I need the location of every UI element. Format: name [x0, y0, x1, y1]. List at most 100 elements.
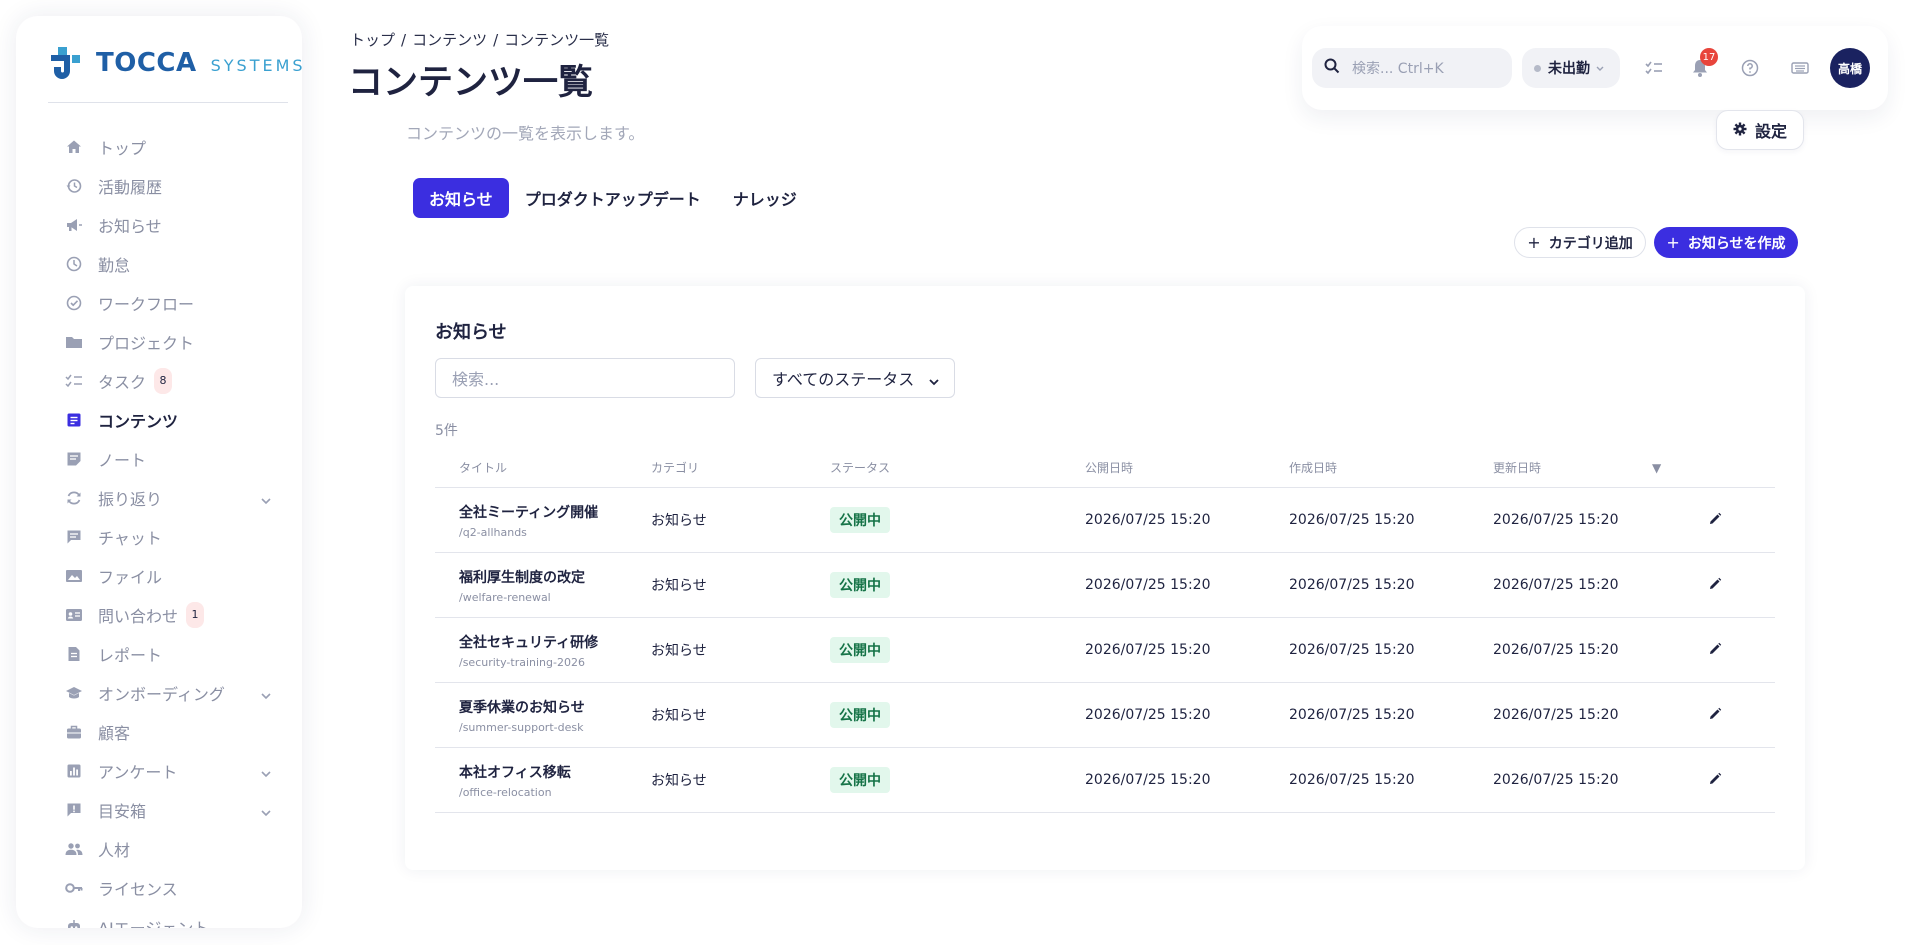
- row-created-at: 2026/07/25 15:20: [1289, 642, 1415, 658]
- table-header: タイトル カテゴリ ステータス 公開日時 作成日時 更新日時 ▼: [435, 448, 1775, 488]
- column-header: カテゴリ: [651, 461, 700, 475]
- row-title[interactable]: 全社ミーティング開催: [459, 502, 598, 522]
- sidebar-item-label: タスク: [98, 372, 147, 392]
- help-icon[interactable]: [1738, 56, 1762, 80]
- edit-button[interactable]: [1703, 638, 1727, 662]
- attendance-status-label: 未出勤: [1548, 61, 1590, 77]
- row-slug: /security-training-2026: [459, 655, 585, 669]
- sidebar-item-label: 振り返り: [98, 489, 163, 509]
- sidebar-item-16[interactable]: アンケート: [16, 751, 302, 790]
- edit-button[interactable]: [1703, 703, 1727, 727]
- sidebar-item-1[interactable]: 活動履歴: [16, 166, 302, 205]
- tab-0[interactable]: お知らせ: [413, 178, 509, 218]
- status-badge: 公開中: [830, 637, 890, 663]
- chevron-down-icon[interactable]: [260, 490, 272, 509]
- edit-button[interactable]: [1703, 508, 1727, 532]
- sort-toggle[interactable]: ▼: [1652, 461, 1661, 475]
- sidebar-item-label: 活動履歴: [98, 177, 163, 197]
- breadcrumb-item-top[interactable]: トップ: [350, 31, 395, 49]
- sidebar-item-15[interactable]: 顧客: [16, 712, 302, 751]
- sidebar-item-6[interactable]: タスク 8: [16, 361, 302, 400]
- attendance-status-dropdown[interactable]: 未出勤: [1522, 48, 1620, 88]
- sidebar-item-badge: 8: [154, 367, 173, 394]
- keyboard-icon[interactable]: [1788, 56, 1812, 80]
- sidebar-item-14[interactable]: オンボーディング: [16, 673, 302, 712]
- sidebar-item-4[interactable]: ワークフロー: [16, 283, 302, 322]
- document-icon: [64, 410, 84, 430]
- sidebar-item-label: 勤怠: [98, 255, 131, 275]
- avatar[interactable]: 高橋: [1830, 48, 1870, 88]
- title-cell: 全社セキュリティ研修 /security-training-2026: [459, 632, 598, 669]
- checklist-icon: [64, 371, 84, 391]
- sidebar-item-9[interactable]: 振り返り: [16, 478, 302, 517]
- row-title[interactable]: 全社セキュリティ研修: [459, 632, 598, 652]
- breadcrumb-item-current: コンテンツ一覧: [504, 31, 610, 49]
- breadcrumb-item-contents[interactable]: コンテンツ: [412, 31, 487, 49]
- check-circle-icon: [64, 293, 84, 313]
- search-icon: [1324, 58, 1340, 78]
- task-list-icon[interactable]: [1642, 56, 1666, 80]
- tab-1[interactable]: プロダクトアップデート: [509, 178, 717, 218]
- status-filter-select[interactable]: すべてのステータス: [755, 358, 955, 398]
- settings-button[interactable]: 設定: [1716, 110, 1804, 150]
- sidebar-item-11[interactable]: ファイル: [16, 556, 302, 595]
- sidebar-item-0[interactable]: トップ: [16, 127, 302, 166]
- note-icon: [64, 449, 84, 469]
- people-icon: [64, 839, 84, 859]
- row-slug: /welfare-renewal: [459, 590, 551, 604]
- chevron-down-icon[interactable]: [260, 763, 272, 782]
- sidebar-item-5[interactable]: プロジェクト: [16, 322, 302, 361]
- refresh-icon: [64, 488, 84, 508]
- home-icon: [64, 137, 84, 157]
- sidebar-item-badge: 1: [186, 601, 205, 628]
- sidebar-item-7[interactable]: コンテンツ: [16, 400, 302, 439]
- chevron-down-icon[interactable]: [260, 802, 272, 821]
- table-row[interactable]: 本社オフィス移転 /office-relocation お知らせ 公開中 202…: [435, 748, 1775, 813]
- pencil-icon: [1708, 771, 1722, 790]
- chevron-down-icon: [928, 372, 940, 391]
- sidebar-item-8[interactable]: ノート: [16, 439, 302, 478]
- sidebar-item-3[interactable]: 勤怠: [16, 244, 302, 283]
- create-announcement-button[interactable]: + お知らせを作成: [1654, 227, 1798, 258]
- logo-mark-icon: [48, 45, 84, 81]
- tab-2[interactable]: ナレッジ: [717, 178, 813, 218]
- table-row[interactable]: 夏季休業のお知らせ /summer-support-desk お知らせ 公開中 …: [435, 683, 1775, 748]
- row-title[interactable]: 本社オフィス移転: [459, 762, 571, 782]
- sidebar-item-17[interactable]: 目安箱: [16, 790, 302, 829]
- chevron-down-icon: [1596, 60, 1604, 76]
- sidebar-item-label: プロジェクト: [98, 333, 195, 353]
- sidebar-item-20[interactable]: AIエージェント: [16, 907, 302, 928]
- row-category: お知らせ: [651, 708, 707, 724]
- global-search[interactable]: 検索... Ctrl+K: [1312, 48, 1512, 88]
- status-badge: 公開中: [830, 767, 890, 793]
- row-created-at: 2026/07/25 15:20: [1289, 707, 1415, 723]
- table-row[interactable]: 福利厚生制度の改定 /welfare-renewal お知らせ 公開中 2026…: [435, 553, 1775, 618]
- sidebar-nav: トップ活動履歴お知らせ勤怠ワークフロープロジェクト タスク 8 コンテンツ ノート振り返…: [16, 127, 302, 928]
- row-published-at: 2026/07/25 15:20: [1085, 642, 1211, 658]
- table-row[interactable]: 全社ミーティング開催 /q2-allhands お知らせ 公開中 2026/07…: [435, 488, 1775, 553]
- sidebar-item-2[interactable]: お知らせ: [16, 205, 302, 244]
- notification-bell-icon[interactable]: 17: [1688, 48, 1718, 80]
- edit-button[interactable]: [1703, 573, 1727, 597]
- row-title[interactable]: 福利厚生制度の改定: [459, 567, 585, 587]
- add-category-label: カテゴリ追加: [1548, 235, 1633, 252]
- edit-button[interactable]: [1703, 768, 1727, 792]
- add-category-button[interactable]: + カテゴリ追加: [1514, 227, 1646, 258]
- chevron-down-icon[interactable]: [260, 685, 272, 704]
- title-cell: 全社ミーティング開催 /q2-allhands: [459, 502, 598, 539]
- row-created-at: 2026/07/25 15:20: [1289, 772, 1415, 788]
- table-row[interactable]: 全社セキュリティ研修 /security-training-2026 お知らせ …: [435, 618, 1775, 683]
- list-search-input[interactable]: 検索...: [435, 358, 735, 398]
- sidebar-item-12[interactable]: 問い合わせ 1: [16, 595, 302, 634]
- sidebar-item-13[interactable]: レポート: [16, 634, 302, 673]
- sidebar-item-19[interactable]: ライセンス: [16, 868, 302, 907]
- breadcrumb: トップ / コンテンツ / コンテンツ一覧: [350, 31, 610, 49]
- sidebar-item-label: ファイル: [98, 567, 163, 587]
- content-table: タイトル カテゴリ ステータス 公開日時 作成日時 更新日時 ▼ 全社ミーティング開催 /q…: [435, 448, 1775, 813]
- sidebar-item-18[interactable]: 人材: [16, 829, 302, 868]
- sidebar-item-10[interactable]: チャット: [16, 517, 302, 556]
- row-title[interactable]: 夏季休業のお知らせ: [459, 697, 585, 717]
- row-created-at: 2026/07/25 15:20: [1289, 577, 1415, 593]
- sidebar-item-label: トップ: [98, 138, 147, 158]
- logo[interactable]: TOCCA SYSTEMS: [48, 44, 302, 82]
